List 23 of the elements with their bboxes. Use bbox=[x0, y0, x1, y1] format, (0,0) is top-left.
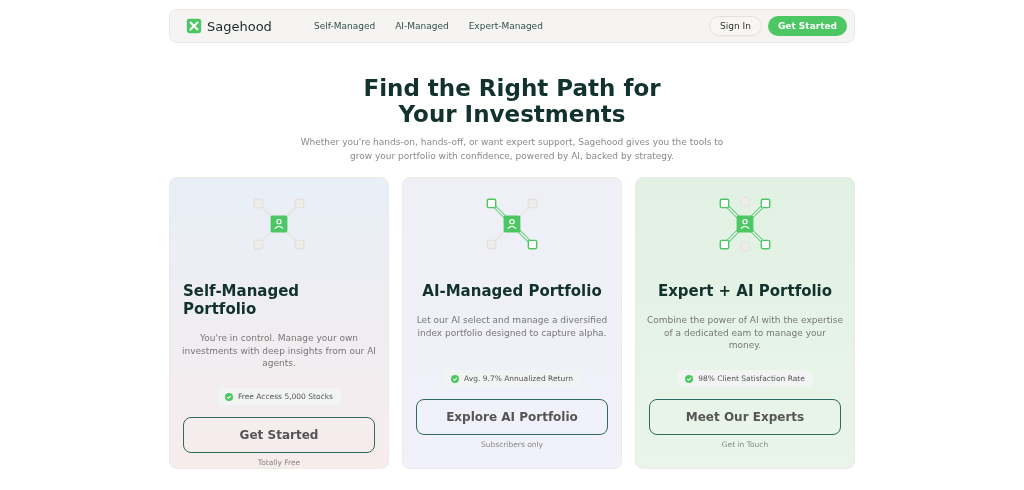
card-description: Combine the power of AI with the expertise of a dedicated eam to manage your money. bbox=[647, 314, 843, 352]
card-description: Let our AI select and manage a diversified index portfolio designed to capture alpha. bbox=[415, 314, 609, 340]
check-icon bbox=[685, 374, 694, 383]
brand-name: Sagehood bbox=[207, 18, 272, 34]
network-drawing bbox=[484, 196, 540, 252]
page-title: Find the Right Path for Your Investments bbox=[362, 75, 662, 127]
card-button[interactable]: Meet Our Experts bbox=[649, 399, 841, 435]
logo-icon bbox=[186, 18, 202, 34]
network-drawing bbox=[717, 196, 773, 252]
card-title: Expert + AI Portfolio bbox=[657, 282, 833, 300]
card-title: AI-Managed Portfolio bbox=[422, 282, 602, 300]
card-title: Self-Managed Portfolio bbox=[183, 282, 301, 318]
network-drawing bbox=[251, 196, 307, 252]
check-icon bbox=[225, 392, 234, 401]
nav-link[interactable]: Self-Managed bbox=[314, 21, 376, 31]
card-button[interactable]: Get Started bbox=[183, 417, 375, 453]
nav-link[interactable]: AI-Managed bbox=[395, 21, 449, 31]
card-description: You're in control. Manage your own investments with deep insights from our AI agents. bbox=[181, 332, 377, 370]
sign-in-button[interactable]: Sign In bbox=[709, 16, 762, 36]
check-icon bbox=[451, 374, 460, 383]
card-button[interactable]: Explore AI Portfolio bbox=[416, 399, 608, 435]
nav-link[interactable]: Expert-Managed bbox=[468, 21, 543, 31]
page-subtitle: Whether you're hands-on, hands-off, or want expert support, Sagehood gives you the tools to grow your portfolio with confidence, powered by AI, backed by strategy. bbox=[299, 136, 725, 163]
